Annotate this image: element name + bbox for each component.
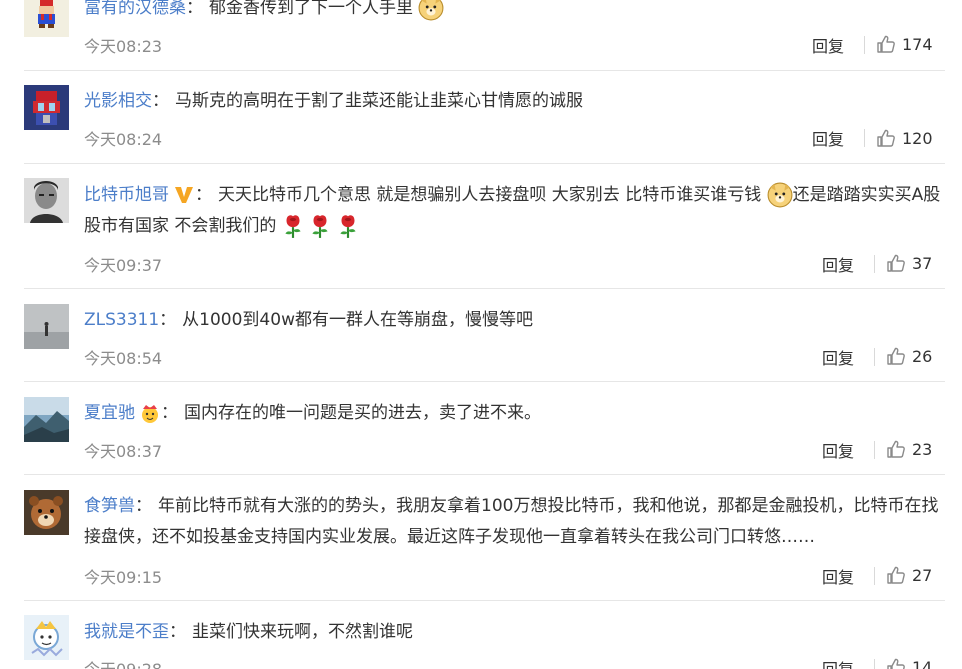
comment-text: 韭菜们快来玩啊，不然割谁呢 <box>192 622 413 642</box>
username-link[interactable]: 夏宜驰 <box>84 403 135 423</box>
colon: ： <box>152 91 169 111</box>
reply-button[interactable]: 回复 <box>822 564 854 588</box>
avatar[interactable] <box>24 490 69 535</box>
like-count: 27 <box>912 565 933 585</box>
username-link[interactable]: ZLS3311 <box>84 310 159 330</box>
separator <box>864 36 865 54</box>
comment-body: 光影相交： 马斯克的高明在于割了韭菜还能让韭菜心甘情愿的诚服 <box>84 86 583 117</box>
rose-emoji-icon <box>337 213 359 239</box>
like-button[interactable]: 23 <box>886 439 932 459</box>
like-count: 120 <box>902 128 933 148</box>
like-count: 14 <box>912 657 933 669</box>
avatar[interactable] <box>24 178 69 223</box>
avatar[interactable] <box>24 0 69 37</box>
colon: ： <box>161 403 178 423</box>
comment-time: 今天08:37 <box>84 442 163 461</box>
username-link[interactable]: 富有的汉德桑 <box>84 0 186 18</box>
reply-button[interactable]: 回复 <box>822 252 854 276</box>
reply-button[interactable]: 回复 <box>822 438 854 462</box>
like-button[interactable]: 14 <box>886 657 932 669</box>
avatar[interactable] <box>24 85 69 130</box>
divider <box>24 70 945 71</box>
verified-v-icon <box>175 187 193 203</box>
like-button[interactable]: 27 <box>886 565 932 585</box>
username-link[interactable]: 光影相交 <box>84 91 152 111</box>
colon: ： <box>186 0 203 18</box>
crown-emoji-icon <box>142 405 158 423</box>
like-count: 37 <box>912 253 933 273</box>
separator <box>864 129 865 147</box>
comment-time: 今天08:54 <box>84 349 163 368</box>
separator <box>874 255 875 273</box>
separator <box>874 567 875 585</box>
comment-body: 比特币旭哥 ： 天天比特币几个意思 就是想骗别人去接盘呗 大家别去 比特币谁买谁亏钱… <box>84 180 944 242</box>
like-count: 174 <box>902 34 933 54</box>
like-count: 26 <box>912 346 933 366</box>
username-link[interactable]: 比特币旭哥 <box>84 185 169 205</box>
colon: ： <box>195 185 212 205</box>
divider <box>24 163 945 164</box>
comment-body: 食笋兽： 年前比特币就有大涨的的势头，我朋友拿着100万想投比特币，我和他说，那都… <box>84 491 944 553</box>
reply-button[interactable]: 回复 <box>822 656 854 669</box>
like-button[interactable]: 174 <box>876 34 933 54</box>
reply-button[interactable]: 回复 <box>812 33 844 57</box>
colon: ： <box>169 622 186 642</box>
comment-time: 今天08:24 <box>84 130 163 149</box>
divider <box>24 600 945 601</box>
comment-text: 马斯克的高明在于割了韭菜还能让韭菜心甘情愿的诚服 <box>175 91 583 111</box>
divider <box>24 288 945 289</box>
thumbs-up-icon <box>886 346 906 366</box>
like-button[interactable]: 26 <box>886 346 932 366</box>
thumbs-up-icon <box>886 565 906 585</box>
comment-time: 今天09:15 <box>84 568 163 587</box>
divider <box>24 474 945 475</box>
comment-text: 郁金香传到了下一个人手里 <box>209 0 413 18</box>
username-link[interactable]: 食笋兽 <box>84 496 135 516</box>
comment-time: 今天08:23 <box>84 37 163 56</box>
comment-body: 夏宜驰 ： 国内存在的唯一问题是买的进去，卖了进不来。 <box>84 398 541 429</box>
comment-text: 天天比特币几个意思 就是想骗别人去接盘呗 大家别去 比特币谁买谁亏钱 <box>218 185 762 205</box>
reply-button[interactable]: 回复 <box>812 126 844 150</box>
comment-body: 富有的汉德桑： 郁金香传到了下一个人手里 <box>84 0 444 24</box>
thumbs-up-icon <box>886 439 906 459</box>
thumbs-up-icon <box>876 34 896 54</box>
like-button[interactable]: 37 <box>886 253 932 273</box>
thumbs-up-icon <box>876 128 896 148</box>
avatar[interactable] <box>24 397 69 442</box>
comment-text: 国内存在的唯一问题是买的进去，卖了进不来。 <box>184 403 541 423</box>
separator <box>874 441 875 459</box>
doge-emoji-icon <box>418 0 444 21</box>
thumbs-up-icon <box>886 657 906 669</box>
comment-body: ZLS3311： 从1000到40w都有一群人在等崩盘，慢慢等吧 <box>84 305 533 336</box>
like-button[interactable]: 120 <box>876 128 933 148</box>
reply-button[interactable]: 回复 <box>822 345 854 369</box>
separator <box>874 659 875 669</box>
comment-time: 今天09:28 <box>84 656 162 669</box>
comment-time: 今天09:37 <box>84 256 163 275</box>
rose-emoji-icon <box>309 213 331 239</box>
comment-text: 从1000到40w都有一群人在等崩盘，慢慢等吧 <box>182 310 533 330</box>
comment-body: 我就是不歪： 韭菜们快来玩啊，不然割谁呢 <box>84 617 413 648</box>
colon: ： <box>159 310 177 330</box>
divider <box>24 381 945 382</box>
doge-emoji-icon <box>767 182 793 208</box>
like-count: 23 <box>912 439 933 459</box>
separator <box>874 348 875 366</box>
username-link[interactable]: 我就是不歪 <box>84 622 169 642</box>
comment-text: 年前比特币就有大涨的的势头，我朋友拿着100万想投比特币，我和他说，那都是金融投… <box>84 496 939 547</box>
thumbs-up-icon <box>886 253 906 273</box>
rose-emoji-icon <box>282 213 304 239</box>
avatar[interactable] <box>24 615 69 660</box>
colon: ： <box>135 496 152 516</box>
avatar[interactable] <box>24 304 69 349</box>
